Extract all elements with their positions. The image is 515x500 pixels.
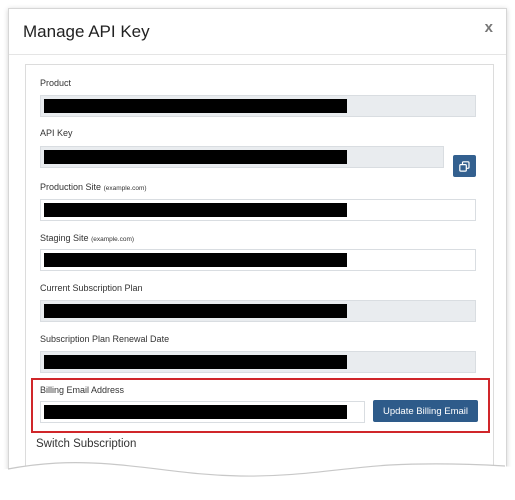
torn-edge [0,462,515,500]
product-label: Product [40,78,72,88]
redacted-value [44,355,347,369]
renewal-date-label: Subscription Plan Renewal Date [40,334,170,344]
modal-header: Manage API Key x [9,9,506,55]
current-plan-label: Current Subscription Plan [40,283,143,293]
staging-site-hint: (example.com) [91,236,135,243]
switch-subscription-heading: Switch Subscription [36,438,137,450]
copy-icon [459,160,470,172]
product-field [40,95,476,117]
close-button[interactable]: x [485,19,493,36]
manage-api-key-modal: Manage API Key x Product API Key Product… [8,8,507,480]
redacted-value [44,304,347,318]
update-billing-email-button[interactable]: Update Billing Email [373,400,478,422]
production-site-hint: (example.com) [103,185,147,192]
production-site-label: Production Site (example.com) [40,182,147,192]
redacted-value [44,99,347,113]
staging-site-input[interactable] [40,249,476,271]
redacted-value [44,253,347,267]
current-plan-field [40,300,476,322]
renewal-date-field [40,351,476,373]
api-key-label: API Key [40,128,73,138]
redacted-value [44,203,347,217]
copy-api-key-button[interactable] [453,155,476,177]
production-site-input[interactable] [40,199,476,221]
staging-site-label: Staging Site (example.com) [40,233,135,243]
api-key-field [40,146,444,168]
modal-title: Manage API Key [23,22,150,41]
redacted-value [44,150,347,164]
